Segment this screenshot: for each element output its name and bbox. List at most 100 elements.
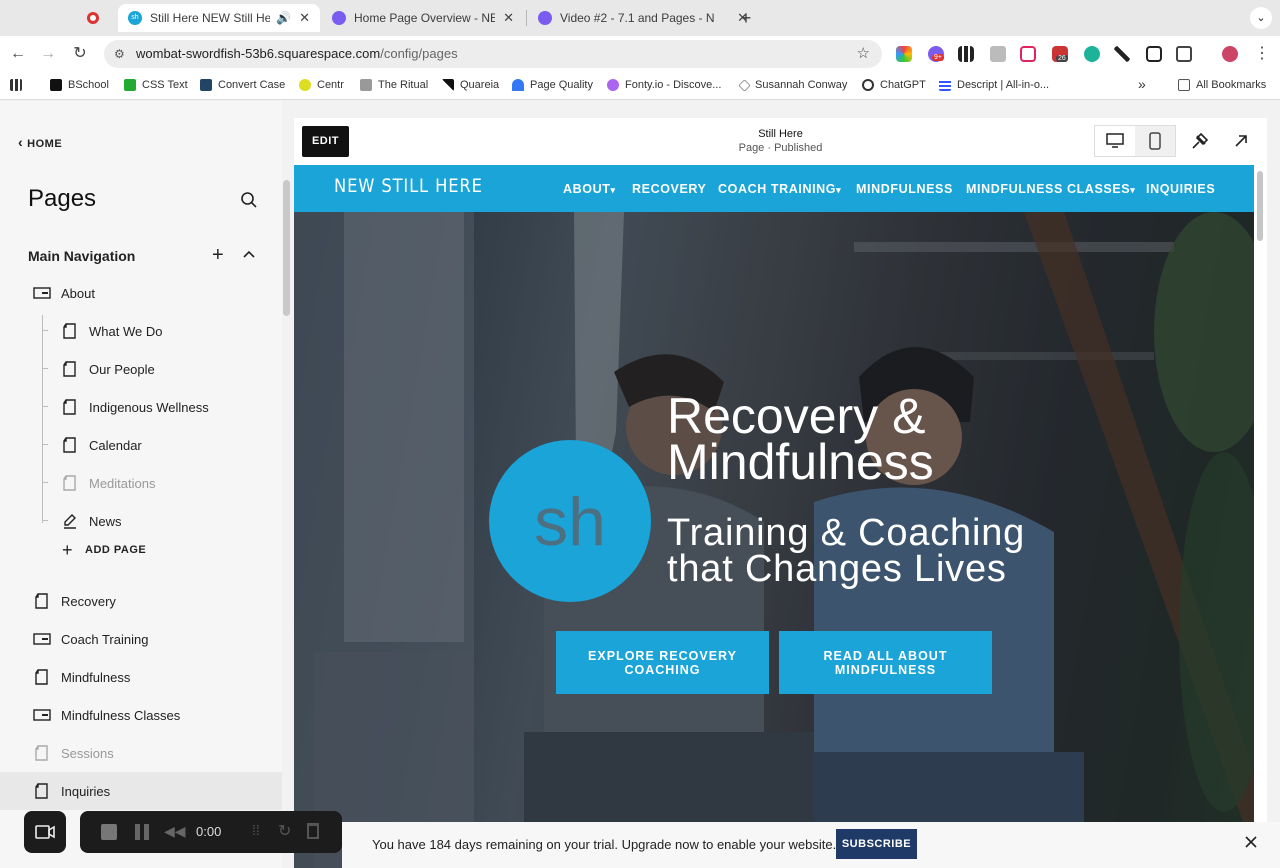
bookmark-susannah-conway[interactable]: Susannah Conway [738, 78, 847, 92]
open-external-icon[interactable] [1232, 132, 1250, 150]
page-item-sessions[interactable]: Sessions [0, 734, 282, 772]
site-info-icon[interactable]: ⚙ [114, 40, 125, 68]
extension-color-icon[interactable] [896, 46, 912, 62]
bookmark-page-quality[interactable]: Page Quality [512, 79, 593, 91]
nav-mindfulness-classes[interactable]: MINDFULNESS CLASSES▾ [966, 182, 1135, 196]
desktop-view-button[interactable] [1095, 126, 1135, 156]
explore-recovery-button[interactable]: EXPLORE RECOVERY COACHING [556, 631, 769, 694]
panel-scrollbar[interactable] [283, 180, 290, 316]
site-header: NEW STILL HERE ABOUT▾ RECOVERY COACH TRA… [294, 165, 1254, 212]
bookmark-icon [124, 79, 136, 91]
tab-search-chevron-icon[interactable]: ⌄ [1250, 7, 1272, 29]
bookmark-quareia[interactable]: Quareia [442, 79, 499, 91]
video-camera-icon [35, 825, 55, 839]
preview-scrollbar[interactable] [1257, 171, 1263, 241]
url-input[interactable]: ⚙ wombat-swordfish-53b6.squarespace.com/… [104, 40, 882, 68]
close-icon[interactable] [1244, 835, 1258, 849]
add-icon[interactable]: + [212, 245, 224, 265]
page-item-calendar[interactable]: Calendar [0, 426, 282, 464]
design-brush-icon[interactable] [1191, 132, 1209, 150]
pause-icon[interactable] [135, 824, 149, 840]
plus-icon: + [62, 540, 74, 560]
bookmark-css-text[interactable]: CSS Text [124, 79, 188, 91]
rewind-icon[interactable]: ◀◀ [164, 823, 186, 840]
pages-panel: ‹ HOME Pages Main Navigation + About What… [0, 101, 282, 868]
nav-coach-training[interactable]: COACH TRAINING▾ [718, 182, 841, 196]
tab-video-2[interactable]: Video #2 - 7.1 and Pages - N ✕ [528, 4, 758, 32]
recording-time: 0:00 [196, 824, 222, 839]
page-item-news[interactable]: News [0, 502, 282, 540]
subscribe-button[interactable]: SUBSCRIBE [836, 829, 917, 859]
bookmark-chatgpt[interactable]: ChatGPT [862, 79, 926, 91]
page-item-meditations[interactable]: Meditations [0, 464, 282, 502]
close-tab-icon[interactable]: ✕ [299, 10, 310, 26]
site-logo[interactable]: NEW STILL HERE [334, 175, 483, 197]
page-item-mindfulness-classes[interactable]: Mindfulness Classes [0, 696, 282, 734]
grid-icon[interactable]: ⁞⁞ [252, 822, 260, 838]
badge-text: sh [534, 484, 606, 560]
camera-extension-icon[interactable] [990, 46, 1006, 62]
page-item-our-people[interactable]: Our People [0, 350, 282, 388]
extension-badge: 9+ [932, 54, 944, 61]
page-item-coach-training[interactable]: Coach Training [0, 620, 282, 658]
tab-recording[interactable] [70, 4, 116, 32]
trial-message: You have 184 days remaining on your tria… [372, 837, 837, 852]
all-bookmarks[interactable]: All Bookmarks [1178, 79, 1266, 91]
profile-avatar[interactable] [1222, 46, 1238, 62]
speaker-icon[interactable]: 🔊 [276, 11, 291, 25]
bookmark-the-ritual[interactable]: The Ritual [360, 79, 428, 91]
bookmark-centr[interactable]: Centr [299, 79, 344, 91]
page-item-what-we-do[interactable]: What We Do [0, 312, 282, 350]
browser-menu-icon[interactable]: ⋮ [1252, 44, 1272, 64]
chevron-up-icon[interactable] [242, 249, 256, 259]
page-icon [63, 437, 76, 453]
bookmark-fonty[interactable]: Fonty.io - Discove... [607, 79, 721, 91]
add-page-button[interactable]: + ADD PAGE [62, 540, 146, 560]
home-back-link[interactable]: ‹ HOME [18, 134, 62, 150]
recorder-camera-button[interactable] [24, 811, 66, 853]
extension-green-icon[interactable] [1084, 46, 1100, 62]
bookmark-descript[interactable]: Descript | All-in-o... [939, 79, 1049, 91]
back-icon[interactable]: ← [8, 44, 28, 64]
page-item-recovery[interactable]: Recovery [0, 582, 282, 620]
page-item-about[interactable]: About [0, 274, 282, 312]
nav-mindfulness[interactable]: MINDFULNESS [856, 182, 953, 196]
page-item-inquiries[interactable]: Inquiries [0, 772, 282, 810]
nav-recovery[interactable]: RECOVERY [632, 182, 707, 196]
forward-icon[interactable]: → [38, 44, 58, 64]
font-extension-icon[interactable] [1146, 46, 1162, 62]
bookmark-bschool[interactable]: BSchool [50, 79, 109, 91]
blog-page-icon [64, 514, 76, 529]
search-icon[interactable] [240, 191, 258, 209]
close-tab-icon[interactable]: ✕ [503, 10, 514, 26]
page-icon [35, 669, 48, 685]
grid-extension-icon[interactable] [958, 46, 974, 62]
reload-icon[interactable]: ↻ [70, 44, 90, 64]
new-tab-button[interactable]: + [734, 4, 758, 32]
restart-icon[interactable]: ↻ [278, 821, 291, 841]
tab-home-page-overview[interactable]: Home Page Overview - NEW ✕ [322, 4, 524, 32]
page-icon [35, 745, 48, 761]
nav-inquiries[interactable]: INQUIRIES [1146, 182, 1215, 196]
page-item-mindfulness[interactable]: Mindfulness [0, 658, 282, 696]
bookmarks-overflow-icon[interactable]: » [1138, 76, 1146, 92]
device-toggle [1094, 125, 1176, 157]
bookmark-star-icon[interactable]: ☆ [857, 40, 870, 68]
mobile-view-button[interactable] [1135, 126, 1175, 156]
tab-still-here[interactable]: sh Still Here NEW Still Here 🔊 ✕ [118, 4, 320, 32]
page-icon [63, 475, 76, 491]
squarespace-favicon-icon [332, 11, 346, 25]
bookmark-icon [360, 79, 372, 91]
pocket-extension-icon[interactable] [1020, 46, 1036, 62]
page-item-indigenous-wellness[interactable]: Indigenous Wellness [0, 388, 282, 426]
stop-icon[interactable] [101, 824, 117, 840]
trash-icon[interactable] [307, 823, 319, 839]
eyedropper-extension-icon[interactable] [1114, 46, 1130, 62]
page-icon [35, 593, 48, 609]
extensions-puzzle-icon[interactable] [1176, 46, 1192, 62]
apps-grid-icon[interactable] [10, 79, 22, 91]
bookmark-convert-case[interactable]: Convert Case [200, 79, 285, 91]
read-mindfulness-button[interactable]: READ ALL ABOUT MINDFULNESS [779, 631, 992, 694]
bookmark-icon [512, 79, 524, 91]
nav-about[interactable]: ABOUT▾ [563, 182, 616, 196]
